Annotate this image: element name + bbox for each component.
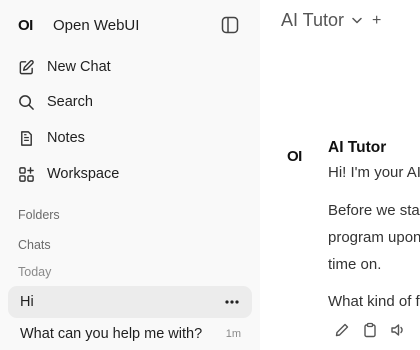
app-logo: OI	[18, 16, 33, 34]
chat-item-hi[interactable]: Hi	[8, 286, 252, 318]
pencil-icon[interactable]	[334, 322, 350, 338]
message-line: Before we start	[328, 202, 420, 219]
chat-item-help[interactable]: What can you help me with? 1m	[8, 318, 252, 350]
assistant-avatar: OI	[287, 148, 302, 165]
workspace-icon	[17, 165, 35, 183]
edit-icon	[17, 58, 35, 76]
model-name: AI Tutor	[281, 10, 345, 30]
chat-title: What can you help me with?	[20, 326, 203, 342]
ellipsis-icon[interactable]	[224, 300, 240, 304]
add-model-button[interactable]: +	[372, 12, 381, 30]
chat-main: AI Tutor + OI AI Tutor Hi! I'm your AI B…	[260, 0, 420, 350]
chevron-down-icon	[352, 17, 362, 24]
workspace-label: Workspace	[47, 166, 120, 182]
workspace-button[interactable]: Workspace	[17, 163, 119, 185]
search-label: Search	[47, 94, 93, 110]
sidebar: OI Open WebUI New Chat Search Notes Work…	[0, 0, 260, 350]
app-name: Open WebUI	[53, 16, 140, 34]
brand[interactable]: OI Open WebUI	[18, 14, 139, 36]
sidebar-toggle-icon[interactable]	[221, 16, 239, 34]
notes-icon	[17, 129, 35, 147]
message-line: Hi! I'm your AI	[328, 164, 420, 181]
new-chat-label: New Chat	[47, 59, 111, 75]
search-icon	[17, 93, 35, 111]
message-line: What kind of fi	[328, 293, 420, 310]
search-button[interactable]: Search	[17, 91, 93, 113]
chats-section[interactable]: Chats	[18, 238, 51, 252]
notes-button[interactable]: Notes	[17, 127, 85, 149]
notes-label: Notes	[47, 130, 85, 146]
chat-age: 1m	[225, 328, 241, 340]
message-sender: AI Tutor	[328, 139, 387, 156]
new-chat-button[interactable]: New Chat	[17, 56, 111, 78]
today-heading: Today	[18, 265, 52, 279]
chat-title: Hi	[20, 294, 34, 310]
message-actions	[334, 322, 406, 338]
folders-section[interactable]: Folders	[18, 208, 60, 222]
speaker-icon[interactable]	[390, 322, 406, 338]
message-line: program upon yo	[328, 229, 420, 246]
message-line: time on.	[328, 256, 382, 273]
model-selector[interactable]: AI Tutor +	[281, 10, 381, 31]
clipboard-icon[interactable]	[362, 322, 378, 338]
